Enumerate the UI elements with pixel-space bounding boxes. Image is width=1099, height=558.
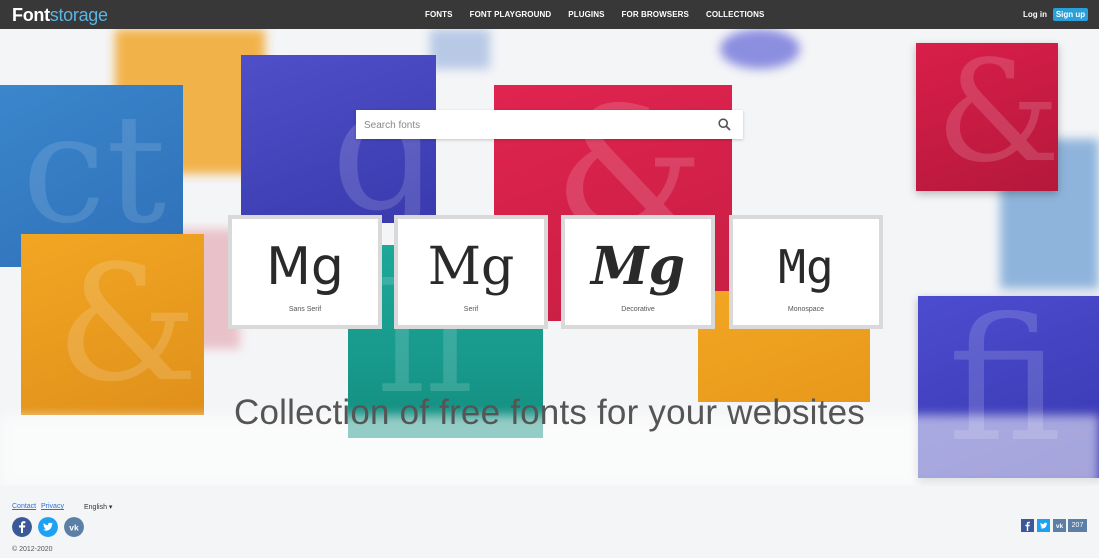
share-vk-icon[interactable]: vk [1053,519,1066,532]
share-facebook-icon[interactable] [1021,519,1034,532]
bg-tile-faint-blue [430,29,490,69]
card-sample: Mg [591,236,685,297]
card-body: Mg Serif [398,219,544,325]
language-selector[interactable]: English ▾ [84,503,112,511]
privacy-link[interactable]: Privacy [41,503,64,510]
nav-fonts[interactable]: FONTS [425,10,453,19]
hero-section: g ct & & ll & fi Mg Sans Serif Mg Serif [0,29,1099,486]
card-body: Mg Sans Serif [232,219,378,325]
category-card-decorative[interactable]: Mg Decorative [561,215,715,329]
nav-font-playground[interactable]: FONT PLAYGROUND [470,10,552,19]
contact-link[interactable]: Contact [12,503,36,510]
nav-for-browsers[interactable]: FOR BROWSERS [622,10,689,19]
footer: Contact Privacy English ▾ vk © 2012-2020… [0,486,1099,558]
copyright-text: © 2012-2020 [12,546,53,553]
category-card-sans-serif[interactable]: Mg Sans Serif [228,215,382,329]
search-bar [356,110,743,141]
logo-storage: storage [49,5,108,25]
search-input[interactable] [362,110,706,141]
signup-button[interactable]: Sign up [1053,8,1088,21]
tile-red-right: & [916,43,1058,191]
nav-collections[interactable]: COLLECTIONS [706,10,764,19]
hero-tagline: Collection of free fonts for your websit… [234,393,865,432]
top-navbar: Fontstorage FONTS FONT PLAYGROUND PLUGIN… [0,0,1099,29]
card-body: Mg Monospace [733,219,879,325]
vk-icon[interactable]: vk [64,517,84,537]
card-label: Monospace [787,306,825,313]
card-label: Decorative [621,306,655,313]
bg-blob-purple [720,29,800,69]
card-sample: Mg [427,237,515,297]
card-sample: Mg [778,240,834,294]
facebook-icon[interactable] [12,517,32,537]
main-nav: FONTS FONT PLAYGROUND PLUGINS FOR BROWSE… [425,0,781,29]
nav-plugins[interactable]: PLUGINS [568,10,604,19]
tile-orange-amp: & [21,234,204,415]
category-card-serif[interactable]: Mg Serif [394,215,548,329]
card-label: Sans Serif [288,306,322,313]
search-icon[interactable] [718,118,731,131]
card-sample: Mg [266,237,344,297]
category-card-monospace[interactable]: Mg Monospace [729,215,883,329]
card-body: Mg Decorative [565,219,711,325]
share-count: 207 [1068,519,1087,532]
share-twitter-icon[interactable] [1037,519,1050,532]
twitter-icon[interactable] [38,517,58,537]
logo-font: Font [12,5,50,25]
card-label: Serif [463,306,479,313]
svg-text:vk: vk [69,522,79,532]
svg-text:vk: vk [1056,523,1064,530]
site-logo[interactable]: Fontstorage [12,4,108,26]
login-link[interactable]: Log in [1023,10,1047,19]
